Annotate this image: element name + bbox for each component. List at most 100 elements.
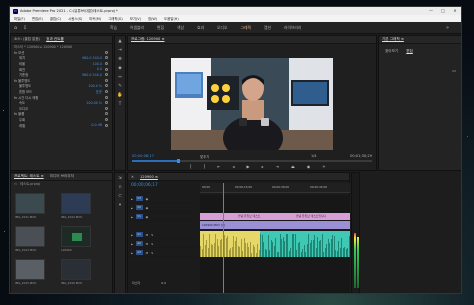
timeline-playhead[interactable] [223,183,224,293]
keyframe-toggle-icon[interactable] [105,50,108,54]
playhead-icon[interactable] [177,159,180,163]
play-icon[interactable]: ▶ [247,164,250,169]
workspace-tab-color[interactable]: 색상 [177,25,184,31]
tab-effect-controls[interactable]: 효과 컨트롤 [46,37,64,42]
solo-icon[interactable]: S [151,233,153,237]
workspace-more-icon[interactable]: » [446,25,449,31]
lock-icon[interactable]: 🔒︎ [131,233,133,237]
program-scrubber[interactable] [132,159,372,163]
program-timecode[interactable]: 00;00;06;17 [132,154,154,158]
solo-icon[interactable]: S [151,242,153,246]
track-header[interactable]: 🔒︎ V1 ◉ [128,213,198,221]
playback-resolution-select[interactable]: 1/4 [311,154,316,158]
solo-icon[interactable]: S [151,251,153,255]
mark-in-icon[interactable]: ⁅ [190,164,192,169]
linked-selection-icon[interactable]: ⊂ [117,193,124,200]
lift-icon[interactable]: ⏏ [291,164,295,169]
mute-icon[interactable]: M [146,251,149,255]
keyframe-toggle-icon[interactable] [105,67,108,71]
eg-new-layer-icon[interactable]: ▭ [452,68,456,73]
razor-tool-icon[interactable]: ◆ [117,65,124,72]
menu-clip[interactable]: 클립(C) [50,16,61,21]
timeline-timecode[interactable]: 00;00;06;17 [131,183,158,188]
selection-tool-icon[interactable]: ▲ [117,38,124,45]
maximize-button[interactable]: □ [437,7,449,15]
step-back-icon[interactable]: ◂ [232,164,234,169]
essential-graphics-title[interactable]: 기본 그래픽 ≡ [382,37,404,42]
project-item-thumbnail[interactable] [15,193,45,214]
project-item-thumbnail[interactable] [61,193,91,214]
keyframe-toggle-icon[interactable] [105,78,108,82]
eg-tab-edit[interactable]: 편집 [406,49,413,54]
workspace-tab-captions[interactable]: 캡션 [264,25,271,31]
menu-window[interactable]: 창(W) [148,16,157,21]
slip-tool-icon[interactable]: ↔ [117,74,124,81]
close-button[interactable]: ✕ [449,7,461,15]
keyframe-toggle-icon[interactable] [105,73,108,77]
project-item-thumbnail[interactable] [15,259,45,280]
effect-row-value[interactable]: 표준 [96,89,102,94]
insert-icon[interactable]: ⇲ [117,175,124,182]
add-button-icon[interactable]: + [322,164,325,169]
lock-icon[interactable]: 🔒︎ [131,251,133,255]
workspace-tab-effects[interactable]: 효과 [197,25,204,31]
eye-icon[interactable]: ◉ [146,215,149,219]
lock-icon[interactable]: 🔒︎ [131,215,133,219]
menu-edit[interactable]: 편집(E) [32,16,43,21]
keyframe-toggle-icon[interactable] [105,62,108,66]
workspace-tab-graphics[interactable]: 그래픽 [240,25,250,31]
eye-icon[interactable]: ◉ [146,197,149,201]
effect-row-value[interactable]: 100.00 % [86,101,102,105]
effect-row[interactable]: 레벨 0.0 dB [11,122,112,128]
keyframe-toggle-icon[interactable] [105,56,108,60]
keyframe-toggle-icon[interactable] [105,118,108,122]
menu-sequence[interactable]: 시퀀스(S) [68,16,82,21]
eye-icon[interactable]: ◉ [146,206,149,210]
snap-icon[interactable]: ∩ [117,184,124,191]
menu-markers[interactable]: 마커(M) [89,16,101,21]
project-item-thumbnail[interactable] [15,226,45,247]
track-header[interactable]: 🔒︎ V3 ◉ [128,195,198,203]
track-header[interactable]: 🔒︎ A3 M S [128,249,198,257]
home-icon[interactable]: ⌂ [14,25,17,31]
mark-out-icon[interactable]: ⁆ [204,164,206,169]
track-header[interactable]: 🔒︎ V2 ◉ [128,204,198,212]
import-icon[interactable]: ⇩ [23,25,27,31]
workspace-tab-learning[interactable]: 학습 [110,25,117,31]
effect-row-value[interactable]: 960.0 540.0 [82,56,102,60]
timeline-sequence-tab[interactable]: 120900 ≡ [140,175,158,179]
audio-clip-a2[interactable] [260,231,350,257]
mute-icon[interactable]: M [146,233,149,237]
workspace-tab-audio[interactable]: 오디오 [217,25,227,31]
pen-tool-icon[interactable]: ✎ [117,83,124,90]
program-video-frame[interactable] [171,58,333,150]
tab-source[interactable]: 소스: (클립 없음) [14,37,40,42]
track-select-tool-icon[interactable]: ⇥ [117,47,124,54]
track-header[interactable]: 🔒︎ A1 M S [128,231,198,239]
go-to-out-icon[interactable]: ⇥ [276,164,279,169]
mute-icon[interactable]: M [146,242,149,246]
hand-tool-icon[interactable]: ✋ [117,92,124,99]
project-title[interactable]: 프로젝트: 테스트 ≡ [14,174,44,179]
menu-view[interactable]: 보기(V) [130,16,141,21]
timeline-close-icon[interactable]: ✕ [131,175,134,179]
project-item-thumbnail[interactable] [61,226,91,247]
effect-row-value[interactable]: 100.0 [93,62,102,66]
menu-graphics[interactable]: 그래픽(G) [108,16,123,21]
minimize-button[interactable]: — [425,7,437,15]
keyframe-toggle-icon[interactable] [105,84,108,88]
ripple-edit-tool-icon[interactable]: ✥ [117,56,124,63]
track-area[interactable]: 안녕 유튜브 테스트 안녕 유튜브 테스트입니다 120900.MOV [V] [200,183,350,293]
keyframe-toggle-icon[interactable] [105,106,108,110]
lock-icon[interactable]: 🔒︎ [131,197,133,201]
tab-media-browser[interactable]: 미디어 브라우저 [50,174,74,179]
keyframe-toggle-icon[interactable] [105,101,108,105]
audio-clip-a1[interactable] [200,231,260,257]
program-monitor-title[interactable]: 프로그램: 120900 ≡ [131,37,164,42]
marker-icon[interactable]: ▾ [117,202,124,209]
step-forward-icon[interactable]: ▸ [262,164,264,169]
workspace-tab-libraries[interactable]: 라이브러리 [284,25,301,31]
go-to-in-icon[interactable]: ⇤ [217,164,220,169]
project-item-thumbnail[interactable] [61,259,91,280]
eg-tab-browse[interactable]: 찾아보기 [385,49,398,54]
